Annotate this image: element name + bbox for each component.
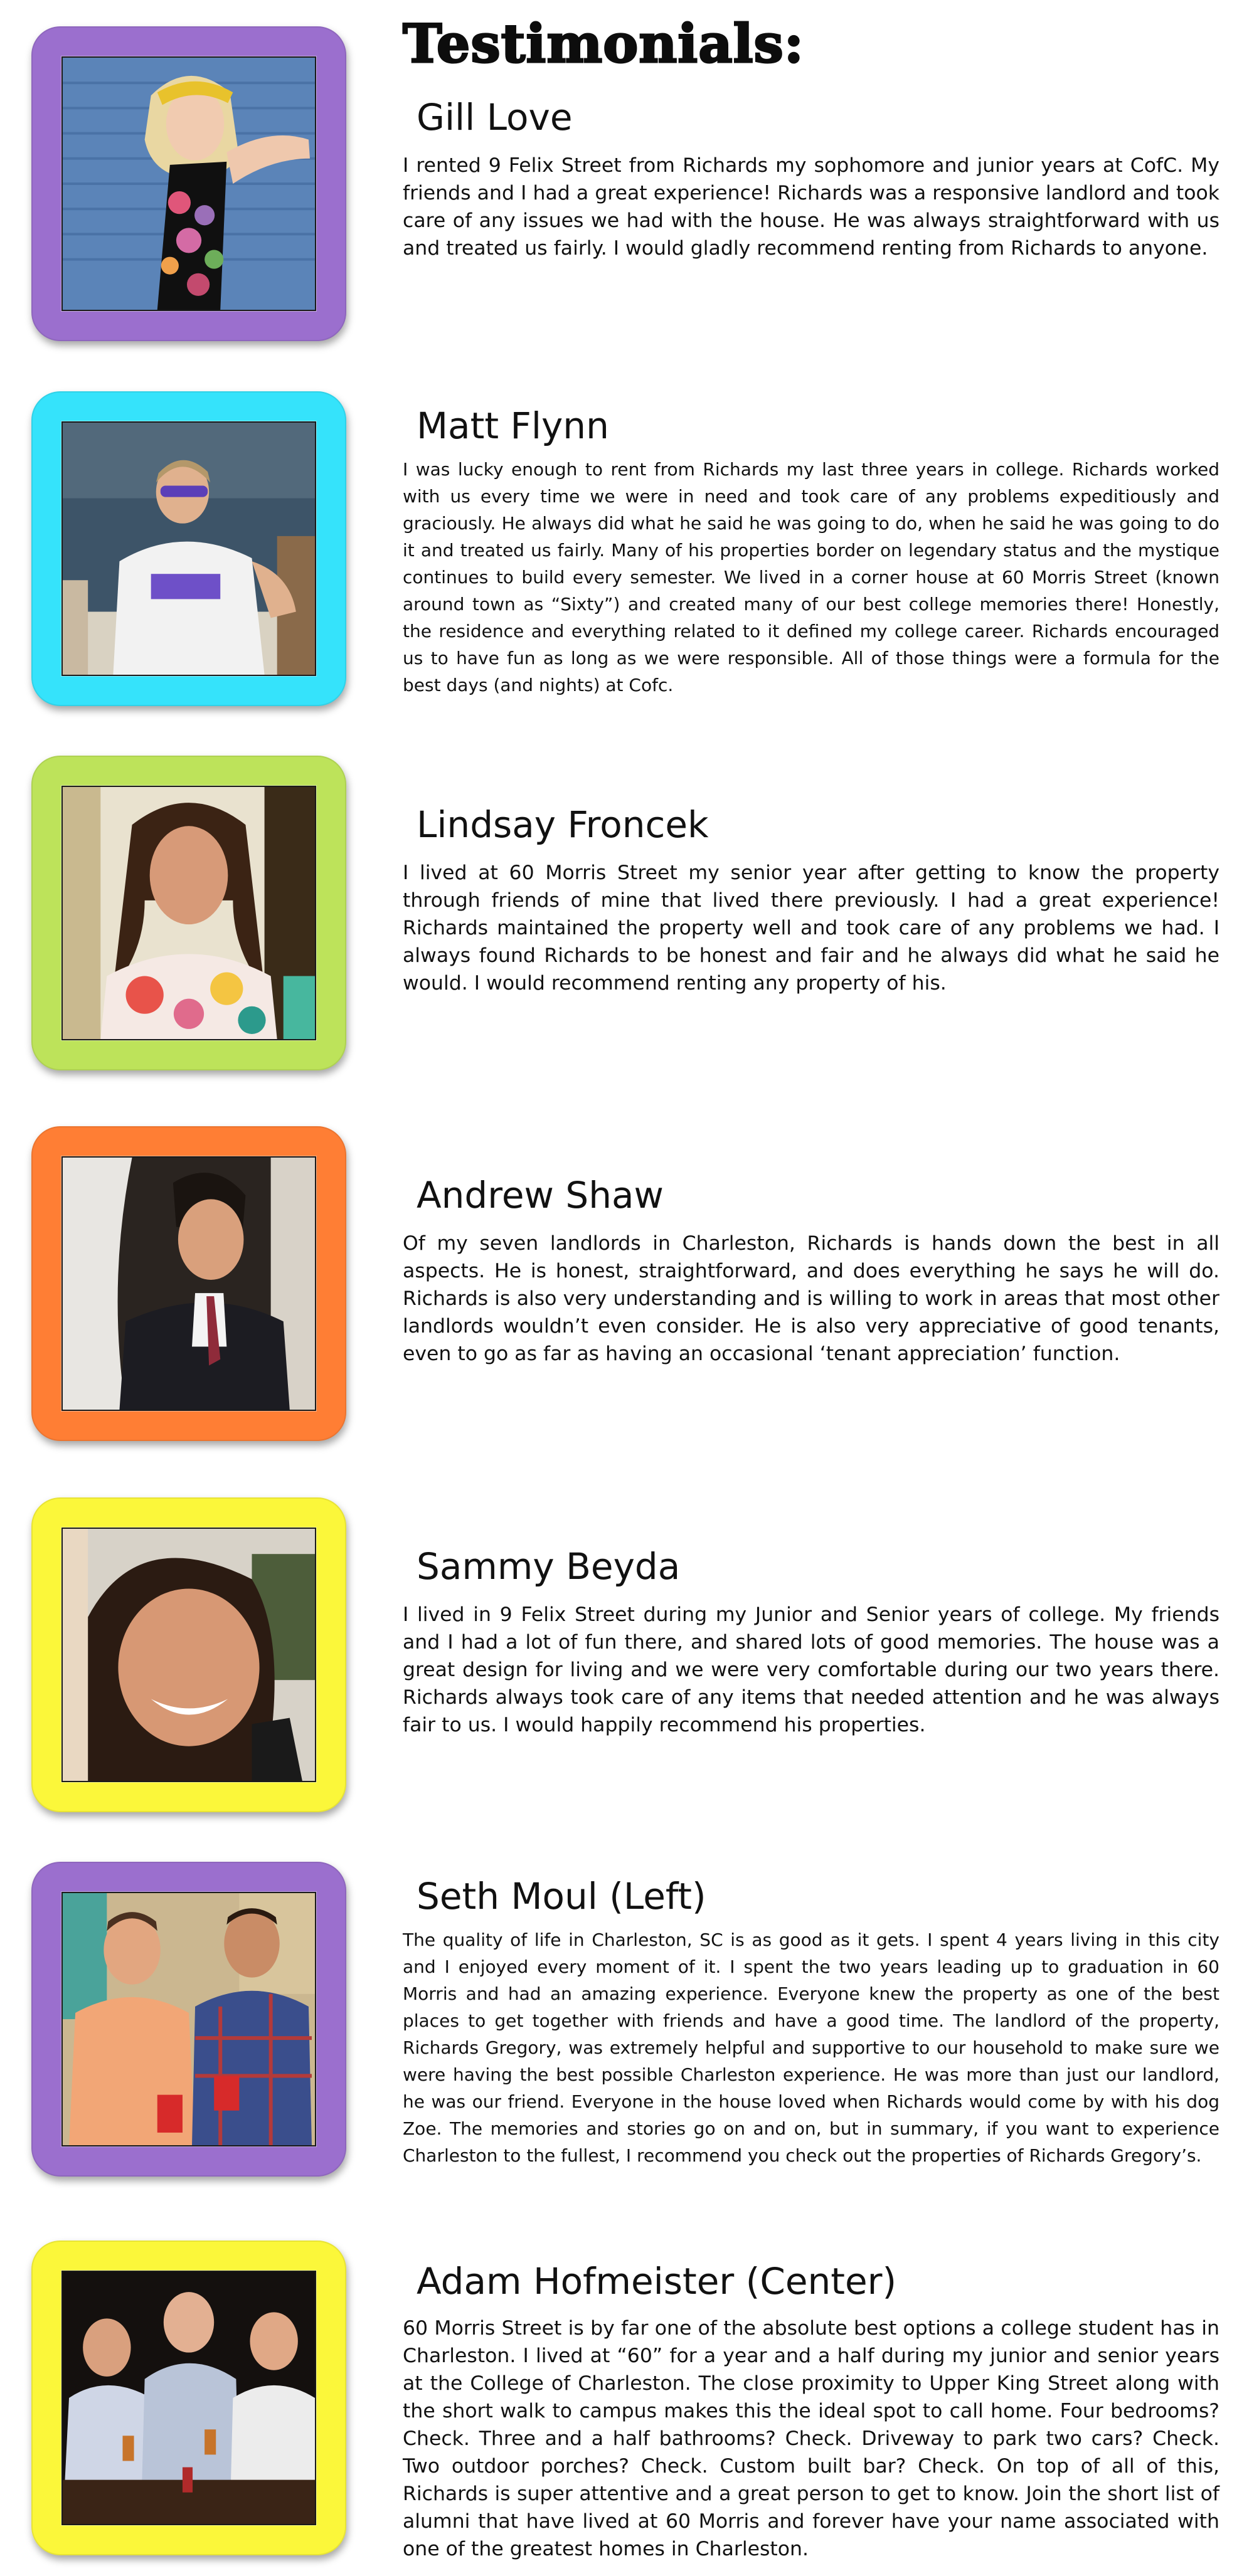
testimonial-name: Lindsay Froncek	[417, 803, 709, 846]
testimonial-name: Seth Moul (Left)	[417, 1875, 706, 1918]
photo-frame	[31, 1862, 346, 2177]
photo-frame	[31, 26, 346, 341]
testimonial-name: Gill Love	[417, 96, 573, 139]
portrait-photo	[61, 56, 316, 311]
portrait-photo	[61, 421, 316, 676]
group-photo	[61, 1892, 316, 2146]
testimonial-name: Adam Hofmeister (Center)	[417, 2260, 897, 2303]
testimonial-name: Matt Flynn	[417, 404, 609, 447]
group-photo	[61, 2271, 316, 2525]
testimonial-text: I lived in 9 Felix Street during my Juni…	[403, 1603, 1219, 1736]
page-title: Testimonials:	[402, 12, 805, 76]
testimonial-text: I rented 9 Felix Street from Richards my…	[403, 154, 1219, 260]
testimonial-name: Sammy Beyda	[417, 1545, 681, 1588]
portrait-photo	[61, 1528, 316, 1782]
testimonial-text: I lived at 60 Morris Street my senior ye…	[403, 862, 1219, 995]
photo-frame	[31, 1126, 346, 1441]
portrait-photo	[61, 1156, 316, 1411]
testimonial-text: Of my seven landlords in Charleston, Ric…	[403, 1232, 1219, 1365]
testimonial-text: 60 Morris Street is by far one of the ab…	[403, 2317, 1219, 2560]
photo-frame	[31, 756, 346, 1070]
photo-frame	[31, 1497, 346, 1812]
testimonial-text: I was lucky enough to rent from Richards…	[403, 459, 1219, 695]
testimonial-name: Andrew Shaw	[417, 1174, 664, 1217]
portrait-photo	[61, 786, 316, 1040]
photo-frame	[31, 391, 346, 706]
photo-frame	[31, 2241, 346, 2555]
testimonial-text: The quality of life in Charleston, SC is…	[403, 1929, 1219, 2166]
